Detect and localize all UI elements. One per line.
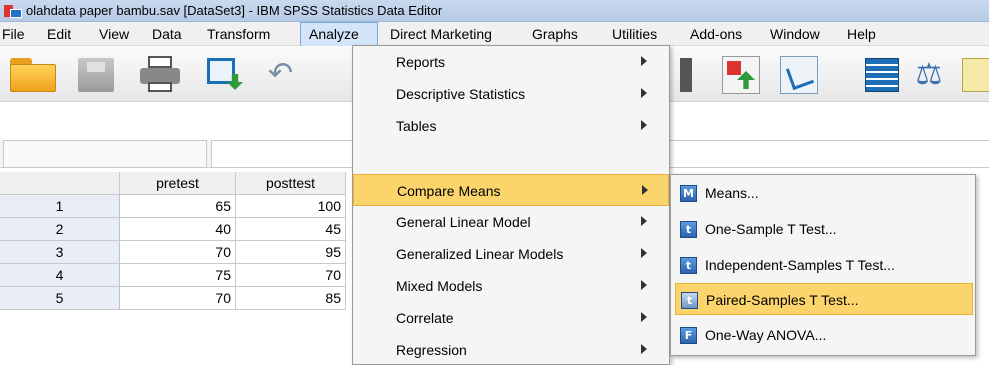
menu-item-label: Compare Means (397, 183, 501, 199)
menu-item-label: Reports (396, 54, 446, 70)
menu-item-regression[interactable]: Regression (353, 334, 669, 365)
submenu-arrow-icon (641, 344, 647, 354)
means-icon: M (680, 185, 697, 202)
menu-transform[interactable]: Transform (200, 22, 300, 46)
window-title: olahdata paper bambu.sav [DataSet3] - IB… (26, 3, 443, 18)
submenu-item-label: Independent-Samples T Test... (705, 257, 895, 273)
print-icon[interactable] (140, 56, 180, 94)
row-number[interactable]: 1 (0, 195, 120, 218)
submenu-arrow-icon (641, 216, 647, 226)
row-number[interactable]: 5 (0, 287, 120, 310)
row-number[interactable]: 3 (0, 241, 120, 264)
menu-bar: File Edit View Data Transform Analyze Di… (0, 21, 989, 46)
column-header-pretest[interactable]: pretest (120, 172, 236, 195)
menu-add-ons[interactable]: Add-ons (682, 22, 762, 46)
menu-item-label: General Linear Model (396, 214, 531, 230)
cell-posttest[interactable]: 45 (236, 218, 346, 241)
cell-pretest[interactable]: 70 (120, 241, 236, 264)
cell-pretest[interactable]: 65 (120, 195, 236, 218)
cell-pretest[interactable]: 70 (120, 287, 236, 310)
menu-file[interactable]: File (0, 22, 41, 46)
submenu-item-one-sample-t-test[interactable]: t One-Sample T Test... (675, 213, 973, 245)
submenu-item-one-way-anova[interactable]: F One-Way ANOVA... (675, 319, 973, 351)
menu-item-label: Descriptive Statistics (396, 86, 526, 102)
menu-item-general-linear-model[interactable]: General Linear Model (353, 206, 669, 238)
submenu-item-label: Means... (705, 185, 759, 201)
menu-view[interactable]: View (91, 22, 143, 46)
menu-analyze[interactable]: Analyze (300, 21, 378, 46)
menu-item-correlate[interactable]: Correlate (353, 302, 669, 334)
menu-item-label: Mixed Models (396, 278, 483, 294)
column-header-posttest[interactable]: posttest (236, 172, 346, 195)
split-file-icon[interactable] (865, 58, 899, 92)
select-cases-icon[interactable] (962, 58, 989, 92)
recall-dialog-icon[interactable] (207, 58, 243, 90)
menu-edit[interactable]: Edit (41, 22, 91, 46)
menu-item-label: Regression (396, 342, 467, 358)
menu-direct-marketing[interactable]: Direct Marketing (378, 22, 524, 46)
submenu-arrow-icon (642, 185, 648, 195)
menu-item-label: Tables (396, 118, 437, 134)
submenu-arrow-icon (641, 56, 647, 66)
row-number[interactable]: 4 (0, 264, 120, 287)
insert-variable-icon[interactable] (780, 56, 818, 94)
menu-item-descriptive-statistics[interactable]: Descriptive Statistics (353, 78, 669, 110)
menu-item-generalized-linear-models[interactable]: Generalized Linear Models (353, 238, 669, 270)
menu-window[interactable]: Window (762, 22, 839, 46)
menu-item-label: Generalized Linear Models (396, 246, 564, 262)
undo-icon[interactable]: ↶ (268, 59, 308, 89)
menu-item-tables[interactable]: Tables (353, 110, 669, 142)
t-test-icon: t (681, 292, 698, 309)
spss-app-icon (4, 3, 22, 19)
open-folder-icon[interactable] (10, 58, 56, 92)
t-test-icon: t (680, 257, 697, 274)
menu-graphs[interactable]: Graphs (524, 22, 604, 46)
analyze-dropdown-menu: Reports Descriptive Statistics Tables Co… (352, 45, 670, 365)
insert-cases-icon[interactable] (722, 56, 760, 94)
submenu-item-paired-samples-t-test[interactable]: t Paired-Samples T Test... (675, 283, 973, 315)
cell-reference-box[interactable] (3, 140, 207, 168)
corner-cell[interactable] (0, 172, 120, 195)
save-icon[interactable] (78, 58, 114, 92)
weight-cases-icon[interactable]: ⚖ (913, 58, 945, 92)
cell-posttest[interactable]: 70 (236, 264, 346, 287)
submenu-arrow-icon (641, 248, 647, 258)
submenu-item-independent-samples-t-test[interactable]: t Independent-Samples T Test... (675, 249, 973, 281)
compare-means-submenu: M Means... t One-Sample T Test... t Inde… (670, 174, 976, 356)
menu-item-label: Correlate (396, 310, 454, 326)
submenu-item-label: One-Way ANOVA... (705, 327, 827, 343)
submenu-item-label: One-Sample T Test... (705, 221, 837, 237)
menu-item-mixed-models[interactable]: Mixed Models (353, 270, 669, 302)
cell-posttest[interactable]: 85 (236, 287, 346, 310)
submenu-arrow-icon (641, 312, 647, 322)
cell-pretest[interactable]: 75 (120, 264, 236, 287)
cell-posttest[interactable]: 100 (236, 195, 346, 218)
title-bar: olahdata paper bambu.sav [DataSet3] - IB… (0, 0, 989, 22)
submenu-item-means[interactable]: M Means... (675, 177, 973, 209)
submenu-item-label: Paired-Samples T Test... (706, 292, 859, 308)
submenu-arrow-icon (641, 88, 647, 98)
cell-pretest[interactable]: 40 (120, 218, 236, 241)
menu-data[interactable]: Data (143, 22, 200, 46)
menu-utilities[interactable]: Utilities (604, 22, 682, 46)
cell-posttest[interactable]: 95 (236, 241, 346, 264)
anova-icon: F (680, 327, 697, 344)
menu-help[interactable]: Help (839, 22, 881, 46)
row-number[interactable]: 2 (0, 218, 120, 241)
t-test-icon: t (680, 221, 697, 238)
menu-item-reports[interactable]: Reports (353, 46, 669, 78)
submenu-arrow-icon (641, 280, 647, 290)
goto-variable-icon[interactable] (680, 58, 692, 92)
submenu-arrow-icon (641, 120, 647, 130)
menu-item-compare-means[interactable]: Compare Means (353, 174, 669, 206)
